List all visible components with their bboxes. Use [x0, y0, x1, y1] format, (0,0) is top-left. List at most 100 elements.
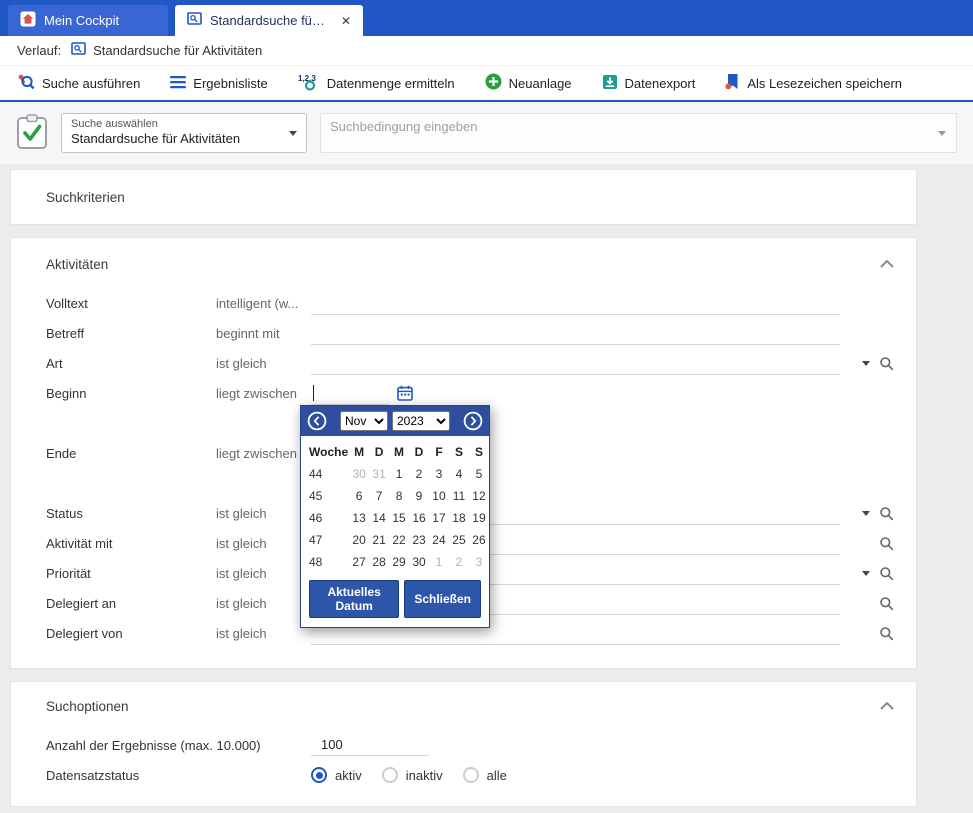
search-condition-input[interactable] — [320, 113, 957, 153]
calendar-week-row: 44 30 31 1 2 3 4 5 — [301, 463, 489, 485]
bookmark-icon — [725, 73, 740, 93]
day-cell[interactable]: 24 — [429, 529, 449, 551]
day-cell[interactable]: 22 — [389, 529, 409, 551]
search-select-dropdown[interactable]: Suche auswählen Standardsuche für Aktivi… — [61, 113, 307, 153]
search-run-icon — [17, 73, 35, 94]
tab-standardsuche[interactable]: Standardsuche für A... ✕ — [175, 5, 363, 36]
section-title: Aktivitäten — [46, 257, 108, 272]
day-cell[interactable]: 10 — [429, 485, 449, 507]
action-toolbar: Suche ausführen Ergebnisliste 1,2,3 Date… — [0, 66, 973, 102]
next-month-button[interactable] — [463, 411, 483, 431]
day-cell[interactable]: 25 — [449, 529, 469, 551]
history-entry[interactable]: Standardsuche für Aktivitäten — [71, 42, 262, 59]
month-select[interactable]: Nov — [340, 411, 388, 431]
day-cell[interactable]: 15 — [389, 507, 409, 529]
lookup-search-icon[interactable] — [879, 506, 894, 521]
day-cell[interactable]: 3 — [469, 551, 489, 573]
criteria-row-volltext: Volltext intelligent (w... — [46, 288, 894, 318]
condition-label: liegt zwischen — [216, 386, 311, 401]
lookup-search-icon[interactable] — [879, 356, 894, 371]
condition-label: ist gleich — [216, 536, 311, 551]
day-header: S — [469, 441, 489, 463]
field-label: Art — [46, 356, 216, 371]
radio-selected-icon — [311, 767, 327, 783]
day-cell[interactable]: 18 — [449, 507, 469, 529]
suchkriterien-panel: Suchkriterien — [10, 169, 917, 225]
art-input[interactable] — [311, 351, 840, 375]
close-tab-icon[interactable]: ✕ — [341, 15, 351, 27]
close-picker-button[interactable]: Schließen — [404, 580, 481, 618]
calendar-week-row: 47 20 21 22 23 24 25 26 — [301, 529, 489, 551]
radio-alle[interactable]: alle — [463, 767, 507, 783]
day-cell[interactable]: 11 — [449, 485, 469, 507]
day-cell[interactable]: 16 — [409, 507, 429, 529]
radio-unselected-icon — [382, 767, 398, 783]
results-count-input[interactable] — [311, 734, 429, 756]
day-cell[interactable]: 31 — [369, 463, 389, 485]
day-cell[interactable]: 6 — [349, 485, 369, 507]
lookup-search-icon[interactable] — [879, 566, 894, 581]
day-cell[interactable]: 29 — [389, 551, 409, 573]
day-cell[interactable]: 9 — [409, 485, 429, 507]
field-label: Delegiert an — [46, 596, 216, 611]
day-cell[interactable]: 27 — [349, 551, 369, 573]
day-cell[interactable]: 30 — [349, 463, 369, 485]
save-bookmark-button[interactable]: Als Lesezeichen speichern — [725, 73, 902, 93]
radio-aktiv[interactable]: aktiv — [311, 767, 362, 783]
lookup-search-icon[interactable] — [879, 596, 894, 611]
current-date-button[interactable]: Aktuelles Datum — [309, 580, 399, 618]
day-cell[interactable]: 20 — [349, 529, 369, 551]
radio-inaktiv[interactable]: inaktiv — [382, 767, 443, 783]
day-cell[interactable]: 1 — [389, 463, 409, 485]
day-cell[interactable]: 19 — [469, 507, 489, 529]
day-cell[interactable]: 26 — [469, 529, 489, 551]
day-cell[interactable]: 7 — [369, 485, 389, 507]
calendar-icon[interactable] — [397, 385, 413, 401]
date-picker-footer: Aktuelles Datum Schließen — [301, 575, 489, 627]
day-cell[interactable]: 12 — [469, 485, 489, 507]
year-select[interactable]: 2023 — [392, 411, 450, 431]
app-window: Mein Cockpit Standardsuche für A... ✕ Ve… — [0, 0, 973, 813]
dropdown-caret-icon[interactable] — [862, 361, 870, 366]
day-cell[interactable]: 13 — [349, 507, 369, 529]
tab-mein-cockpit[interactable]: Mein Cockpit — [8, 5, 168, 36]
field-label: Status — [46, 506, 216, 521]
lookup-search-icon[interactable] — [879, 626, 894, 641]
day-cell[interactable]: 30 — [409, 551, 429, 573]
day-cell[interactable]: 8 — [389, 485, 409, 507]
new-record-button[interactable]: Neuanlage — [485, 73, 572, 93]
previous-month-button[interactable] — [307, 411, 327, 431]
collapse-section-button[interactable] — [880, 260, 894, 268]
search-selection-bar: Suche auswählen Standardsuche für Aktivi… — [0, 102, 973, 164]
day-cell[interactable]: 28 — [369, 551, 389, 573]
collapse-section-button[interactable] — [880, 702, 894, 710]
condition-label: intelligent (w... — [216, 296, 311, 311]
day-cell[interactable]: 21 — [369, 529, 389, 551]
volltext-input[interactable] — [311, 291, 840, 315]
day-cell[interactable]: 2 — [449, 551, 469, 573]
betreff-input[interactable] — [311, 321, 840, 345]
search-select-value: Standardsuche für Aktivitäten — [71, 131, 280, 147]
day-cell[interactable]: 4 — [449, 463, 469, 485]
day-cell[interactable]: 2 — [409, 463, 429, 485]
dropdown-caret-icon[interactable] — [862, 511, 870, 516]
day-cell[interactable]: 5 — [469, 463, 489, 485]
run-search-button[interactable]: Suche ausführen — [17, 73, 140, 94]
data-export-button[interactable]: Datenexport — [602, 74, 696, 93]
dropdown-caret-icon[interactable] — [862, 571, 870, 576]
radio-label: alle — [487, 768, 507, 783]
home-icon — [20, 11, 36, 30]
lookup-search-icon[interactable] — [879, 536, 894, 551]
day-cell[interactable]: 3 — [429, 463, 449, 485]
result-list-button[interactable]: Ergebnisliste — [170, 75, 267, 92]
day-header: M — [389, 441, 409, 463]
day-cell[interactable]: 23 — [409, 529, 429, 551]
day-cell[interactable]: 1 — [429, 551, 449, 573]
condition-label: beginnt mit — [216, 326, 311, 341]
radio-unselected-icon — [463, 767, 479, 783]
day-cell[interactable]: 14 — [369, 507, 389, 529]
beginn-date-input[interactable] — [311, 381, 389, 405]
history-label: Verlauf: — [17, 43, 61, 58]
count-records-button[interactable]: 1,2,3 Datenmenge ermitteln — [298, 73, 455, 94]
day-cell[interactable]: 17 — [429, 507, 449, 529]
